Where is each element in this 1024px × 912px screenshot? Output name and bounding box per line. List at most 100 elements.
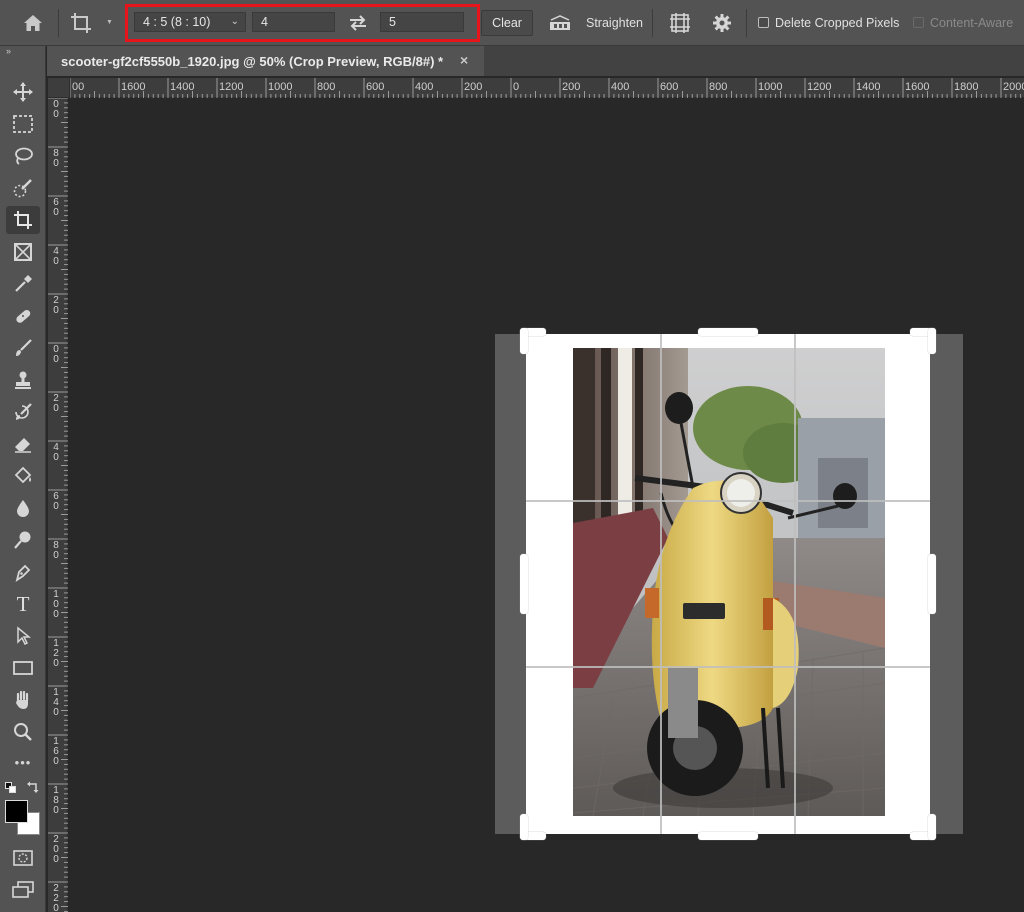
bandage-icon xyxy=(16,309,31,323)
ruler-label: 1400 xyxy=(170,81,195,93)
eraser-tool[interactable] xyxy=(6,430,40,458)
brush-icon xyxy=(16,339,32,356)
eraser-icon xyxy=(15,438,31,453)
move-tool[interactable] xyxy=(6,78,40,106)
edit-toolbar[interactable]: ••• xyxy=(6,748,40,776)
crop-settings-button[interactable] xyxy=(708,10,736,36)
screen-mode[interactable] xyxy=(6,876,40,904)
ruler-label: 1600 xyxy=(905,81,930,93)
crop-tool[interactable] xyxy=(6,206,40,234)
crop-handle-bottom-left[interactable] xyxy=(520,814,528,840)
hand-tool[interactable] xyxy=(6,686,40,714)
crop-icon xyxy=(71,13,91,33)
content-aware-label[interactable]: Content-Aware xyxy=(930,16,1013,30)
ruler-label: 120 xyxy=(53,638,59,669)
path-selection-tool[interactable] xyxy=(6,622,40,650)
foreground-color[interactable] xyxy=(5,800,28,823)
horizontal-ruler[interactable]: 00 1600 1400 1200 1000 800 600 400 200 0 200 400 600… xyxy=(70,78,1024,98)
zoom-tool[interactable] xyxy=(6,718,40,746)
ruler-label: 800 xyxy=(709,81,728,93)
ruler-label: 220 xyxy=(53,883,59,912)
quick-mask-mode[interactable] xyxy=(6,844,40,872)
pen-tool[interactable] xyxy=(6,558,40,586)
ruler-label: 00 xyxy=(53,344,59,365)
crop-handle-top-left[interactable] xyxy=(520,328,528,354)
content-aware-checkbox[interactable] xyxy=(913,17,924,28)
screen-mode-icon xyxy=(12,881,34,898)
ruler-origin[interactable] xyxy=(48,78,70,98)
paint-bucket-tool[interactable] xyxy=(6,462,40,490)
swap-colors[interactable] xyxy=(26,780,40,794)
chevron-down-icon: ⌄ xyxy=(230,16,239,27)
crop-grid-line xyxy=(526,666,930,668)
ruler-label: 400 xyxy=(611,81,630,93)
crop-handle-left[interactable] xyxy=(520,554,528,614)
crop-handle-bottom-right[interactable] xyxy=(928,814,936,840)
quick-mask-icon xyxy=(13,850,33,866)
crop-handle-bottom[interactable] xyxy=(698,832,758,840)
home-button[interactable] xyxy=(17,9,49,37)
ruler-label: 600 xyxy=(660,81,679,93)
swap-arrows-icon xyxy=(350,15,366,31)
vertical-ruler[interactable]: 00 80 60 40 20 00 20 40 60 80 100 120 140 160 180 200 22… xyxy=(48,98,68,912)
tools-panel: » T ••• xyxy=(0,46,46,912)
aspect-ratio-select[interactable]: 4 : 5 (8 : 10) ⌄ xyxy=(134,12,246,32)
document-tab[interactable]: scooter-gf2cf5550b_1920.jpg @ 50% (Crop … xyxy=(47,46,484,76)
collapse-panel-icon[interactable]: » xyxy=(6,46,11,56)
document-tab-title: scooter-gf2cf5550b_1920.jpg @ 50% (Crop … xyxy=(61,53,444,69)
clone-stamp-tool[interactable] xyxy=(6,366,40,394)
eyedropper-tool[interactable] xyxy=(6,270,40,298)
delete-cropped-pixels-checkbox[interactable] xyxy=(758,17,769,28)
scooter-photo xyxy=(573,348,885,816)
rectangle-tool[interactable] xyxy=(6,654,40,682)
ruler-label: 20 xyxy=(53,393,59,414)
crop-box[interactable] xyxy=(520,328,936,840)
document-canvas[interactable] xyxy=(70,98,1024,912)
straighten-label[interactable]: Straighten xyxy=(586,16,643,30)
ruler-label: 80 xyxy=(53,540,59,561)
lasso-tool[interactable] xyxy=(6,142,40,170)
rectangular-marquee-tool[interactable] xyxy=(6,110,40,138)
ruler-label: 1000 xyxy=(268,81,293,93)
quick-selection-tool[interactable] xyxy=(6,174,40,202)
marquee-icon xyxy=(13,115,33,133)
history-brush-tool[interactable] xyxy=(6,398,40,426)
crop-grid-line xyxy=(660,334,662,834)
swap-ratio-button[interactable] xyxy=(344,11,372,35)
ruler-label: 800 xyxy=(317,81,336,93)
crop-handle-top[interactable] xyxy=(698,328,758,336)
horizontal-ruler-ticks xyxy=(70,78,1022,98)
spot-healing-brush-tool[interactable] xyxy=(6,302,40,330)
crop-handle-top-right[interactable] xyxy=(928,328,936,354)
stamp-icon xyxy=(15,371,31,389)
ruler-label: 1000 xyxy=(758,81,783,93)
type-tool[interactable]: T xyxy=(6,590,40,618)
ruler-label: 180 xyxy=(53,785,59,816)
close-icon[interactable]: × xyxy=(460,52,468,68)
aspect-ratio-value: 4 : 5 (8 : 10) xyxy=(143,15,211,29)
default-colors[interactable] xyxy=(5,782,17,794)
frame-tool[interactable] xyxy=(6,238,40,266)
crop-handle-right[interactable] xyxy=(928,554,936,614)
ruler-label: 00 xyxy=(53,99,59,120)
magnifier-icon xyxy=(14,723,32,741)
dodge-tool[interactable] xyxy=(6,526,40,554)
brush-tool[interactable] xyxy=(6,334,40,362)
frame-icon xyxy=(14,243,32,261)
blur-tool[interactable] xyxy=(6,494,40,522)
ruler-label: 1200 xyxy=(807,81,832,93)
crop-preset-picker[interactable]: ▼ xyxy=(70,9,118,37)
separator xyxy=(746,9,747,37)
clear-button[interactable]: Clear xyxy=(481,10,533,36)
paint-bucket-icon xyxy=(14,466,32,484)
ratio-width-field[interactable]: 4 xyxy=(252,12,335,32)
ruler-label: 160 xyxy=(53,736,59,767)
straighten-button[interactable] xyxy=(548,12,572,34)
overlay-options-button[interactable] xyxy=(666,10,694,36)
ruler-label: 140 xyxy=(53,687,59,718)
ruler-label: 1600 xyxy=(121,81,146,93)
water-drop-icon xyxy=(17,500,29,517)
home-icon xyxy=(24,15,42,31)
delete-cropped-pixels-label[interactable]: Delete Cropped Pixels xyxy=(775,16,899,30)
ratio-height-field[interactable]: 5 xyxy=(380,12,464,32)
